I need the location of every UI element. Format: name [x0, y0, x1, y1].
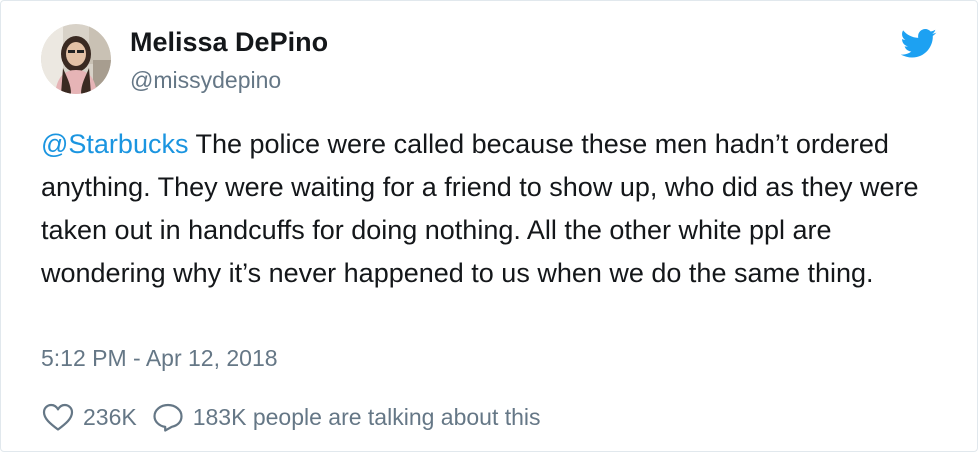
twitter-bird-icon[interactable]: [901, 29, 937, 59]
user-avatar[interactable]: [41, 24, 111, 94]
tweet-header: Melissa DePino @missydepino: [41, 21, 937, 97]
tweet-text: @Starbucks The police were called becaus…: [41, 123, 951, 295]
like-count: 236K: [83, 404, 137, 430]
conversation-link[interactable]: 183K people are talking about this: [151, 402, 541, 432]
user-names: Melissa DePino @missydepino: [130, 25, 328, 95]
user-handle[interactable]: @missydepino: [130, 65, 328, 95]
speech-bubble-icon: [153, 403, 183, 432]
heart-icon: [42, 403, 74, 431]
display-name[interactable]: Melissa DePino: [130, 25, 328, 59]
talking-count: 183K people are talking about this: [192, 404, 541, 430]
mention-link[interactable]: @Starbucks: [41, 129, 188, 159]
like-button[interactable]: 236K: [41, 402, 137, 432]
tweet-actions: 236K 183K people are talking about this: [41, 400, 541, 434]
tweet-timestamp[interactable]: 5:12 PM - Apr 12, 2018: [41, 343, 278, 373]
embedded-tweet-card: Melissa DePino @missydepino @Starbucks T…: [0, 0, 978, 452]
